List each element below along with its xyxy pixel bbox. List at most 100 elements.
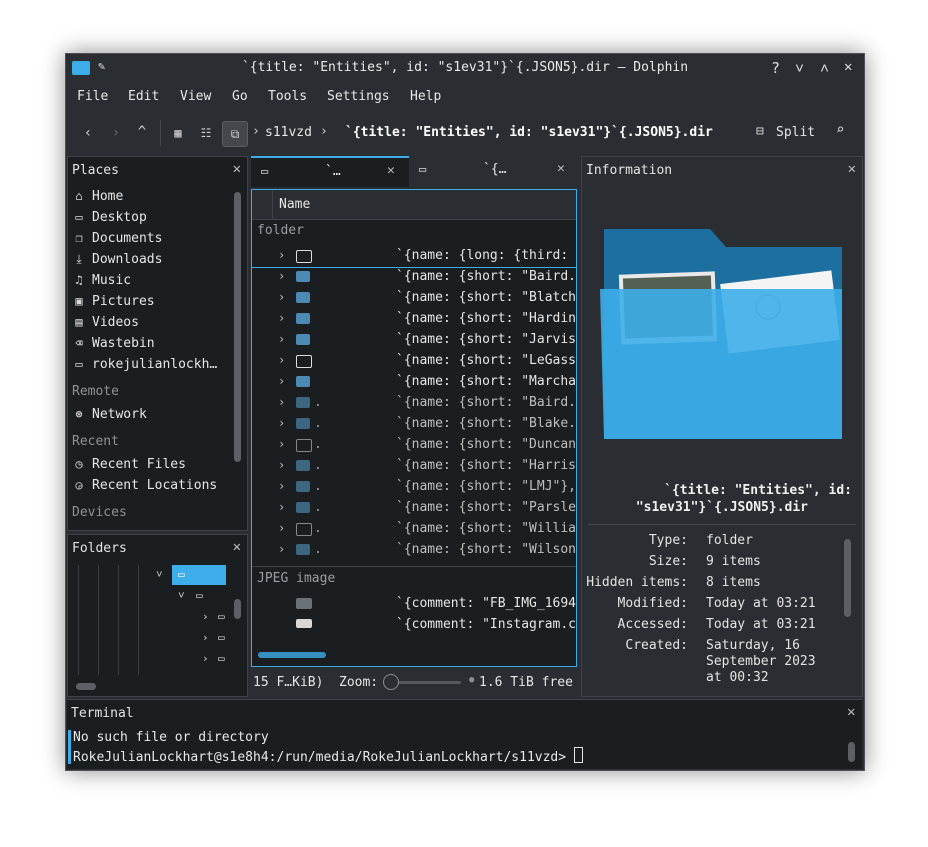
- breadcrumb-parent[interactable]: s11vzd: [265, 125, 312, 140]
- expand-arrow-icon[interactable]: ›: [278, 458, 285, 472]
- places-close-icon[interactable]: ✕: [233, 161, 241, 177]
- info-size-label: Size:: [648, 554, 688, 569]
- expand-arrow-icon[interactable]: ›: [278, 479, 285, 493]
- place-pictures[interactable]: ▣ Pictures: [72, 294, 154, 309]
- recent-locations-icon: ◶: [75, 478, 83, 492]
- minimize-icon[interactable]: ˅: [795, 59, 804, 78]
- expand-arrow-icon[interactable]: ›: [278, 500, 285, 514]
- menu-go[interactable]: Go: [232, 89, 248, 104]
- menu-edit[interactable]: Edit: [128, 89, 159, 104]
- title-bar[interactable]: ✎ `{title: "Entities", id: "s1ev31"}`{.J…: [66, 54, 864, 82]
- menu-view[interactable]: View: [180, 89, 211, 104]
- folders-hscrollbar[interactable]: [76, 683, 96, 690]
- toolbar: ‹ › ^ ▦ ☷ ⧉ › s11vzd › `{title: "Entitie…: [66, 114, 864, 152]
- file-row[interactable]: ›. `{name: {short: "Blake.: [252, 414, 576, 435]
- breadcrumb-current[interactable]: `{title: "Entities", id: "s1ev31"}`{.JSO…: [345, 125, 713, 140]
- tab-close-icon[interactable]: ✕: [557, 161, 565, 176]
- details-view-icon[interactable]: ⧉: [222, 121, 248, 147]
- expand-arrow-icon[interactable]: ›: [278, 437, 285, 451]
- column-name-header[interactable]: Name: [279, 197, 310, 212]
- expand-arrow-icon[interactable]: ›: [278, 416, 285, 430]
- place-network[interactable]: ⊛ Network: [72, 407, 146, 422]
- file-row[interactable]: `{comment: "FB_IMG_1694: [252, 594, 576, 615]
- expand-arrow-icon[interactable]: ›: [278, 374, 285, 388]
- expand-arrow-icon[interactable]: ›: [278, 311, 285, 325]
- expand-arrow-icon[interactable]: ›: [278, 290, 285, 304]
- tab-close-icon[interactable]: ✕: [387, 163, 395, 178]
- menu-help[interactable]: Help: [410, 89, 441, 104]
- expand-arrow-icon[interactable]: ›: [278, 542, 285, 556]
- back-icon[interactable]: ‹: [76, 121, 100, 145]
- terminal-panel[interactable]: Terminal ✕ No such file or directory Rok…: [67, 699, 862, 769]
- information-scrollbar[interactable]: [844, 539, 851, 617]
- split-button[interactable]: Split: [776, 125, 815, 140]
- image-folder-icon: [296, 481, 310, 492]
- terminal-close-icon[interactable]: ✕: [847, 704, 855, 720]
- expand-arrow-icon[interactable]: ›: [278, 332, 285, 346]
- file-row[interactable]: › `{name: {long: {third:: [252, 246, 576, 268]
- collapse-icon[interactable]: ›: [202, 631, 209, 644]
- compact-view-icon[interactable]: ☷: [194, 121, 218, 145]
- file-row[interactable]: › `{name: {short: "Blatch: [252, 288, 576, 309]
- tab-active[interactable]: ▭ `… ✕: [251, 156, 409, 187]
- expand-icon[interactable]: ˅: [156, 568, 163, 582]
- place-videos[interactable]: ▤ Videos: [72, 315, 139, 330]
- folders-close-icon[interactable]: ✕: [233, 539, 241, 555]
- file-view[interactable]: Name folder › `{name: {long: {third: › `{na…: [251, 189, 577, 667]
- file-row[interactable]: › `{name: {short: "LeGass: [252, 351, 576, 372]
- place-desktop[interactable]: ▭ Desktop: [72, 210, 146, 225]
- place-documents[interactable]: ❐ Documents: [72, 231, 162, 246]
- expand-icon[interactable]: ˅: [178, 589, 185, 603]
- file-view-hscrollbar[interactable]: [258, 652, 326, 658]
- icons-view-icon[interactable]: ▦: [166, 121, 190, 145]
- collapse-icon[interactable]: ›: [202, 610, 209, 623]
- group-jpeg-header: JPEG image: [257, 571, 336, 586]
- file-row[interactable]: ›. `{name: {short: "Parsle: [252, 498, 576, 519]
- file-row[interactable]: › `{name: {short: "Marcha: [252, 372, 576, 393]
- menu-settings[interactable]: Settings: [327, 89, 390, 104]
- tab-inactive[interactable]: ▭ `{… ✕: [411, 156, 576, 185]
- place-wastebin[interactable]: ⌫ Wastebin: [72, 336, 154, 351]
- file-name: `{name: {short: "Baird.: [396, 395, 577, 410]
- info-accessed-label: Accessed:: [617, 617, 688, 632]
- group-divider: [252, 566, 576, 567]
- hidden-marker: .: [314, 395, 322, 410]
- file-row[interactable]: ›. `{name: {short: "Wilson: [252, 540, 576, 561]
- split-icon[interactable]: ⊟: [756, 124, 764, 139]
- file-row[interactable]: › `{name: {short: "Jarvis: [252, 330, 576, 351]
- expand-arrow-icon[interactable]: ›: [278, 353, 285, 367]
- file-row[interactable]: ›. `{name: {short: "LMJ"},: [252, 477, 576, 498]
- file-row[interactable]: › `{name: {short: "Hardin: [252, 309, 576, 330]
- help-icon[interactable]: ?: [771, 59, 780, 77]
- zoom-slider-handle[interactable]: [383, 674, 399, 690]
- place-recent-files[interactable]: ◷ Recent Files: [72, 457, 186, 472]
- forward-icon[interactable]: ›: [104, 121, 128, 145]
- expand-arrow-icon[interactable]: ›: [278, 269, 285, 283]
- file-row[interactable]: ›. `{name: {short: "Harris: [252, 456, 576, 477]
- expand-arrow-icon[interactable]: ›: [278, 395, 285, 409]
- place-downloads[interactable]: ⤓ Downloads: [72, 252, 162, 267]
- expand-arrow-icon[interactable]: ›: [278, 521, 285, 535]
- close-icon[interactable]: ✕: [844, 59, 852, 75]
- collapse-icon[interactable]: ›: [202, 652, 209, 665]
- place-recent-locations[interactable]: ◶ Recent Locations: [72, 478, 217, 493]
- file-row[interactable]: ›. `{name: {short: "Baird.: [252, 393, 576, 414]
- menu-file[interactable]: File: [77, 89, 108, 104]
- terminal-scrollbar[interactable]: [848, 742, 855, 762]
- file-row[interactable]: `{comment: "Instagram.c: [252, 615, 576, 636]
- file-row[interactable]: ›. `{name: {short: "Duncan: [252, 435, 576, 456]
- places-panel: Places ✕ ⌂ Home ▭ Desktop ❐ Documents ⤓ Down…: [67, 156, 248, 531]
- maximize-icon[interactable]: ˄: [820, 59, 829, 78]
- place-home[interactable]: ⌂ Home: [72, 189, 123, 204]
- search-icon[interactable]: ⌕: [836, 122, 844, 138]
- place-user-folder[interactable]: ▭ rokejulianlockh…: [72, 357, 217, 372]
- information-close-icon[interactable]: ✕: [848, 161, 856, 177]
- up-icon[interactable]: ^: [130, 120, 154, 144]
- file-row[interactable]: › `{name: {short: "Baird.: [252, 267, 576, 288]
- folders-scrollbar[interactable]: [234, 599, 241, 619]
- expand-arrow-icon[interactable]: ›: [278, 248, 285, 262]
- file-row[interactable]: ›. `{name: {short: "Willia: [252, 519, 576, 540]
- places-scrollbar[interactable]: [234, 192, 241, 462]
- place-music[interactable]: ♫ Music: [72, 273, 131, 288]
- menu-tools[interactable]: Tools: [268, 89, 307, 104]
